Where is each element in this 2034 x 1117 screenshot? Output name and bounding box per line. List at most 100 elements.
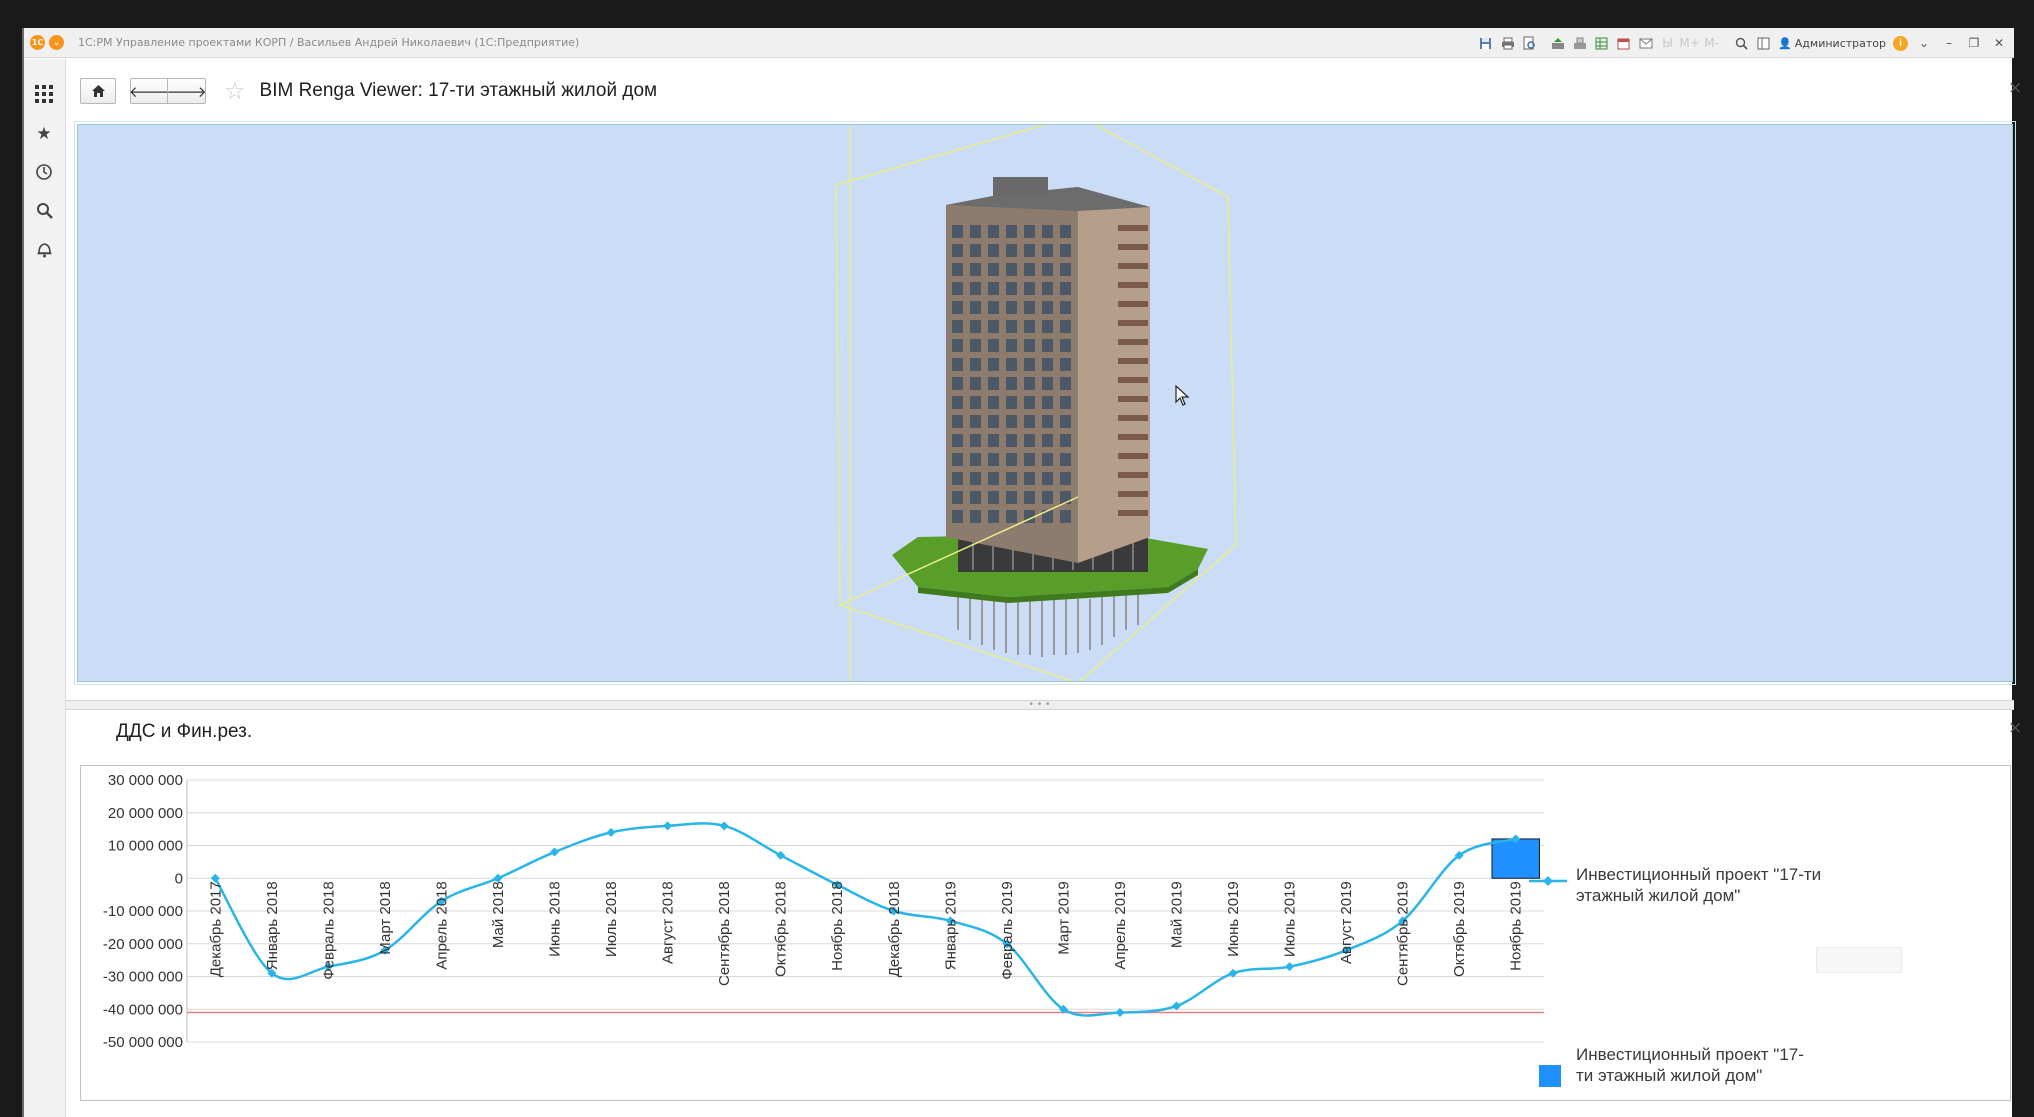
building-window (952, 415, 963, 428)
apps-grid-icon[interactable] (33, 83, 55, 105)
save-icon[interactable] (1478, 36, 1493, 51)
y-tick-label: 10 000 000 (108, 838, 183, 855)
building-window (1042, 415, 1053, 428)
close-viewer-icon[interactable]: × (2008, 78, 2022, 98)
building-window (1042, 339, 1053, 352)
forward-button[interactable]: 🡒 (166, 78, 207, 104)
building-window (1042, 396, 1053, 409)
building-balcony (1118, 510, 1148, 516)
building-window (1042, 491, 1053, 504)
building-window (1042, 320, 1053, 333)
y-tick-label: -50 000 000 (103, 1034, 183, 1051)
x-tick-label: Август 2018 (660, 881, 677, 964)
x-tick-label: Февраль 2019 (999, 881, 1016, 980)
zoom-icon[interactable] (1734, 36, 1749, 51)
building-window (952, 510, 963, 523)
x-tick-label: Октябрь 2019 (1451, 881, 1468, 977)
user-menu[interactable]: 👤 Администратор (1778, 37, 1886, 50)
panel-icon[interactable] (1756, 36, 1771, 51)
calendar-icon[interactable] (1616, 36, 1631, 51)
print-icon[interactable] (1500, 36, 1515, 51)
building-window (1006, 434, 1017, 447)
upload-icon[interactable] (1550, 36, 1565, 51)
building-window (952, 358, 963, 371)
building-window (1024, 358, 1035, 371)
building-balcony (1118, 396, 1148, 402)
building-window (1042, 282, 1053, 295)
x-tick-label: Декабрь 2018 (886, 881, 903, 977)
panel-splitter[interactable]: • • • (66, 700, 2014, 710)
building-window (970, 510, 981, 523)
building-window (988, 491, 999, 504)
building-window (970, 358, 981, 371)
data-point[interactable] (719, 821, 729, 831)
home-icon (91, 85, 105, 97)
back-button[interactable]: 🡐 (129, 78, 169, 104)
building-balcony (1118, 320, 1148, 326)
building-window (1006, 358, 1017, 371)
table-icon[interactable] (1594, 36, 1609, 51)
x-tick-label: Январь 2018 (264, 881, 281, 970)
app-logo-icon[interactable]: 1C (30, 35, 45, 50)
building-balcony (1118, 225, 1148, 231)
building-window (952, 282, 963, 295)
bim-3d-viewport[interactable] (74, 121, 2016, 685)
building-window (988, 396, 999, 409)
x-tick-label: Октябрь 2018 (773, 881, 790, 977)
sections-sidebar: ★ (24, 59, 66, 1117)
building-window (952, 396, 963, 409)
building-window (1024, 320, 1035, 333)
info-icon[interactable]: i (1893, 35, 1908, 51)
favorites-star-icon[interactable]: ★ (33, 123, 55, 145)
italic-icon[interactable]: M+ (1679, 36, 1699, 51)
data-point[interactable] (776, 850, 786, 860)
x-tick-label: Июль 2018 (603, 881, 620, 957)
close-window-button[interactable]: ✕ (1990, 36, 2008, 50)
download-icon[interactable] (1572, 36, 1587, 51)
font-icon[interactable]: M- (1704, 36, 1719, 51)
building-window (952, 320, 963, 333)
building-balcony (1118, 282, 1148, 288)
data-point[interactable] (606, 827, 616, 837)
building-balcony (1118, 358, 1148, 364)
building-window (1060, 282, 1071, 295)
main-menu-chevron-icon[interactable]: ⌄ (49, 35, 64, 50)
data-point[interactable] (550, 847, 560, 857)
y-tick-label: -20 000 000 (103, 936, 183, 953)
viewer-title: BIM Renga Viewer: 17-ти этажный жилой до… (259, 80, 658, 101)
building-window (1060, 358, 1071, 371)
building-window (1024, 491, 1035, 504)
history-icon[interactable] (33, 161, 55, 183)
add-to-favorites-star-icon[interactable]: ☆ (224, 77, 246, 105)
preview-icon[interactable] (1522, 36, 1537, 51)
building-window (988, 377, 999, 390)
data-point[interactable] (663, 821, 673, 831)
building-window (1042, 453, 1053, 466)
building-window (1006, 301, 1017, 314)
building-window (988, 263, 999, 276)
search-icon[interactable] (33, 199, 55, 221)
building-window (1060, 453, 1071, 466)
building-window (970, 491, 981, 504)
building-window (1060, 320, 1071, 333)
bar-mark[interactable] (1491, 838, 1540, 879)
building-window (1060, 415, 1071, 428)
close-chart-icon[interactable]: × (2008, 718, 2022, 738)
x-tick-label: Сентябрь 2018 (716, 881, 733, 986)
bell-icon[interactable] (33, 238, 55, 260)
bold-icon[interactable]: Ы (1660, 36, 1675, 51)
home-button[interactable] (80, 78, 116, 104)
building-window (988, 320, 999, 333)
minimize-button[interactable]: – (1940, 36, 1958, 50)
building-window (1006, 510, 1017, 523)
nav-arrows: 🡐 🡒 (129, 78, 207, 104)
y-tick-label: -40 000 000 (103, 1001, 183, 1018)
data-point[interactable] (1285, 962, 1295, 972)
mail-icon[interactable] (1638, 36, 1653, 51)
building-window (1006, 225, 1017, 238)
restore-button[interactable]: ❐ (1965, 36, 1983, 50)
building-3d-model[interactable] (78, 125, 2013, 682)
building-window (1042, 244, 1053, 257)
building-window (970, 339, 981, 352)
settings-chevron-icon[interactable]: ⌄ (1915, 36, 1933, 50)
